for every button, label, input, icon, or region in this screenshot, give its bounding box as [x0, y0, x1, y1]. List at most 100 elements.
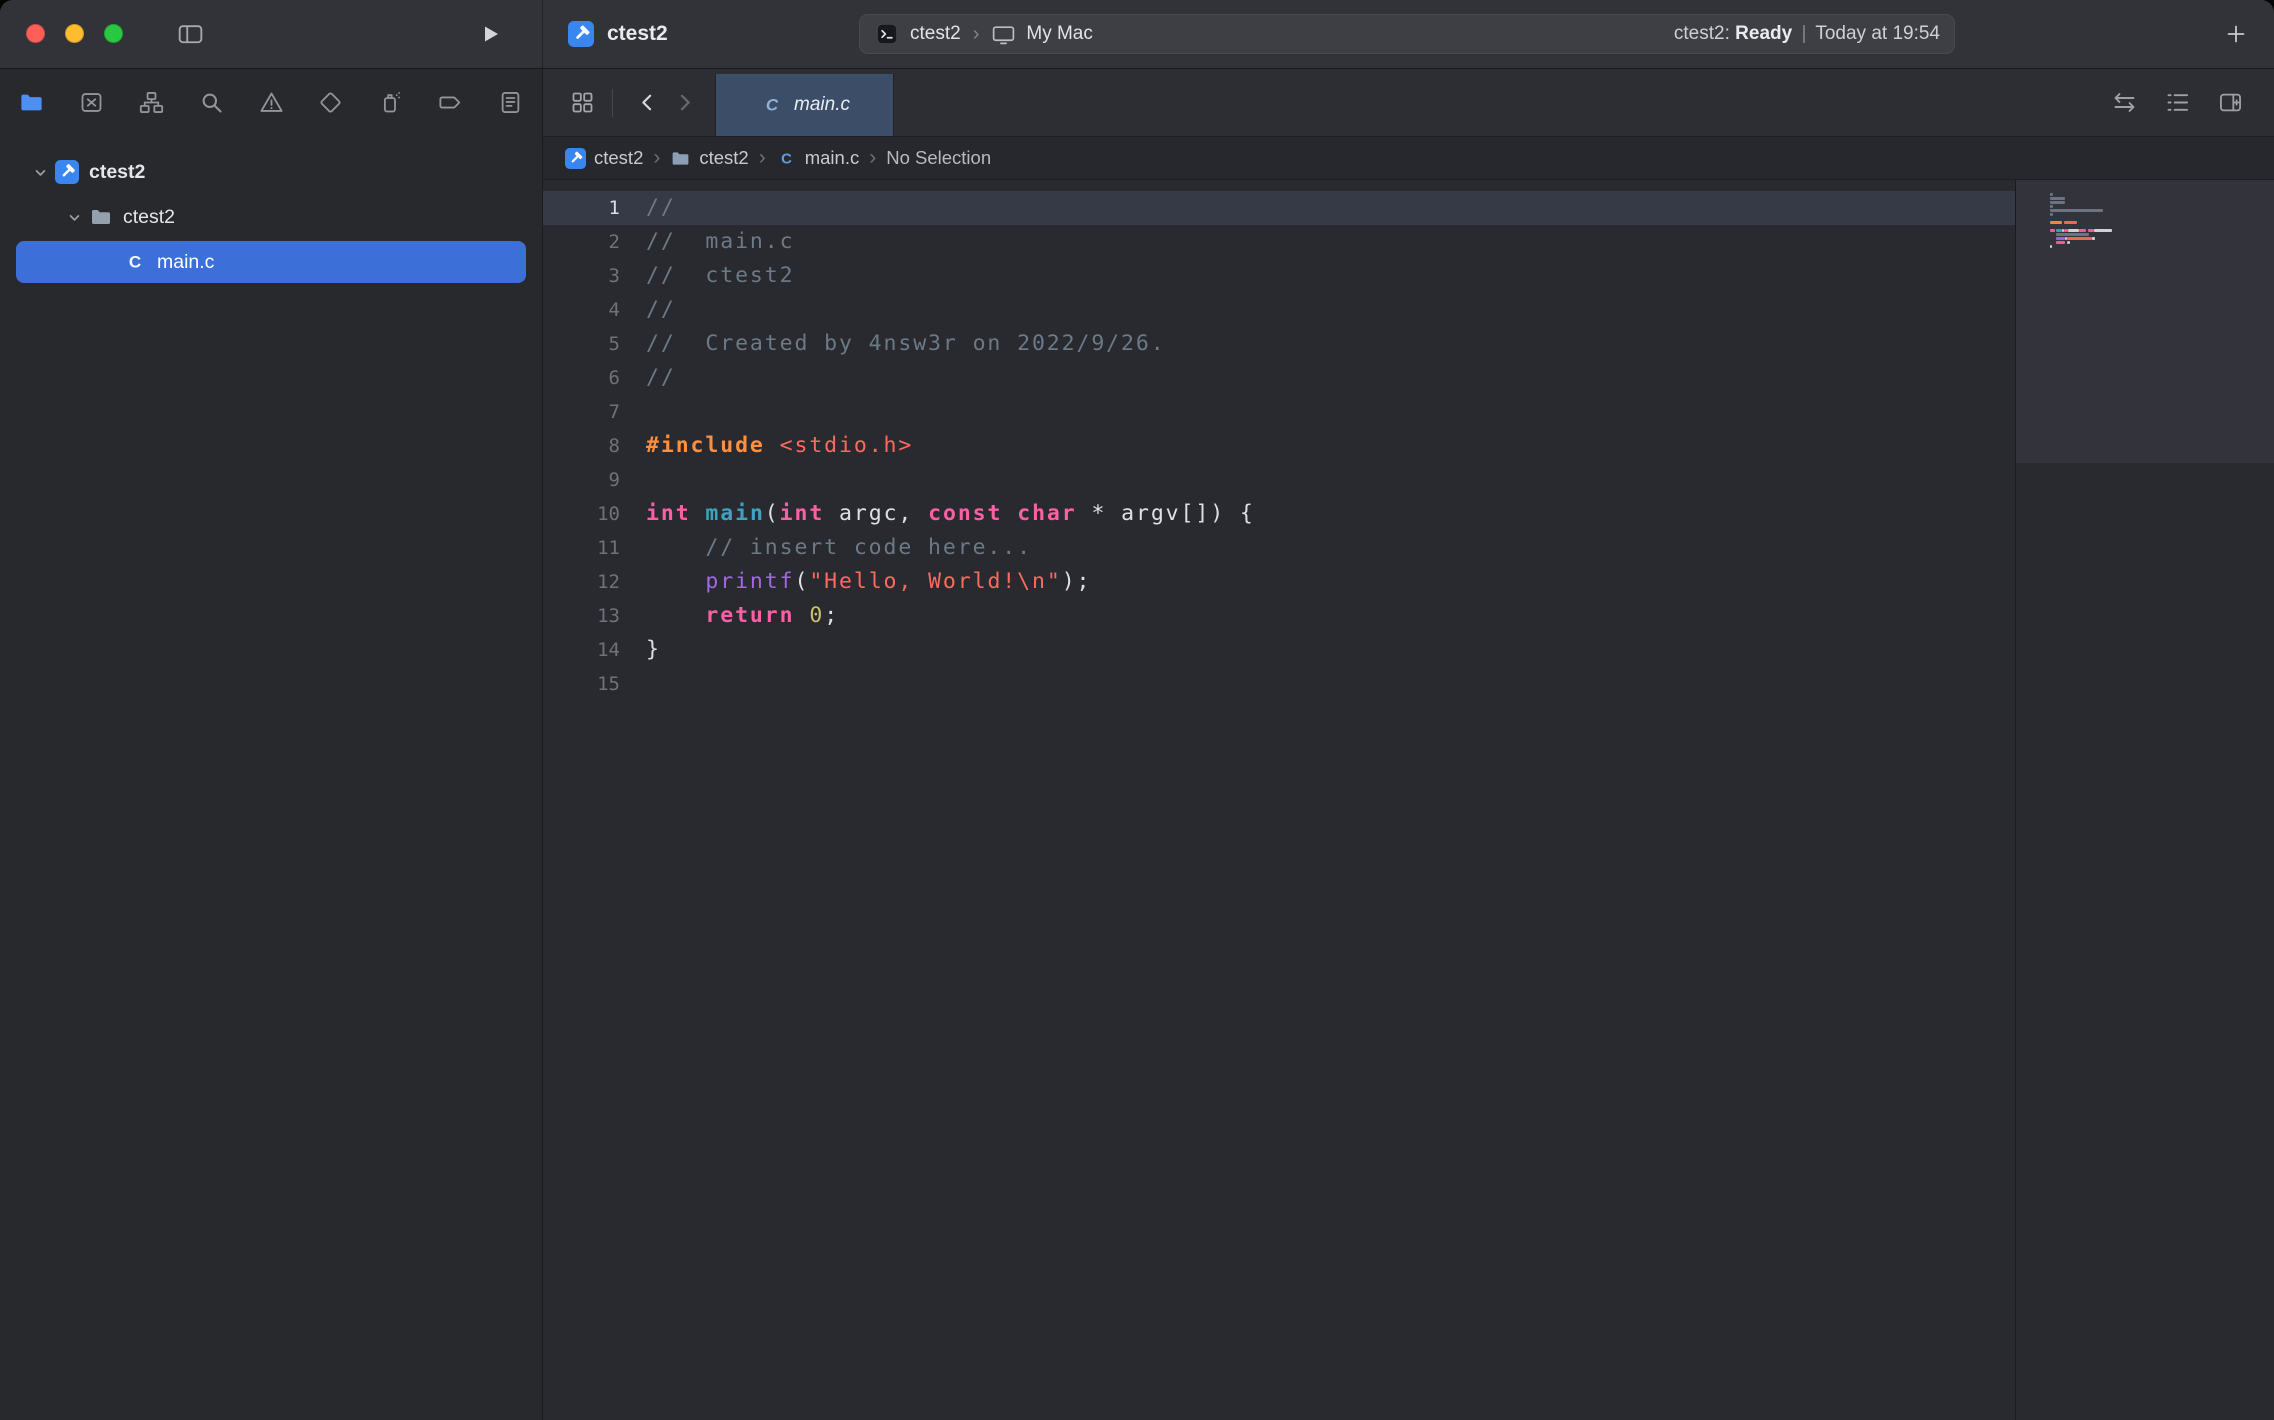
source-control-icon[interactable]: [78, 89, 105, 116]
code-text: //: [620, 191, 676, 225]
symbols-icon[interactable]: [138, 89, 165, 116]
scheme-selector[interactable]: ctest2 › My Mac: [874, 21, 1093, 47]
disclosure-icon: [94, 252, 122, 272]
code-text: printf("Hello, World!\n");: [620, 565, 1091, 599]
library-plus-button[interactable]: [2224, 22, 2248, 46]
c-file-icon: C: [776, 148, 797, 169]
code-text: [620, 463, 646, 497]
traffic-lights: [26, 24, 123, 43]
breadcrumb-no-selection[interactable]: No Selection: [886, 147, 991, 169]
line-number: 3: [543, 259, 620, 293]
source-editor[interactable]: 1//2// main.c3// ctest24//5// Created by…: [543, 180, 2015, 1420]
line-number: 14: [543, 633, 620, 667]
breakpoints-icon[interactable]: [437, 89, 464, 116]
sidebar-item-ctest2[interactable]: ctest2: [16, 196, 526, 238]
line-number: 4: [543, 293, 620, 327]
line-number: 5: [543, 327, 620, 361]
search-icon[interactable]: [198, 89, 225, 116]
run-destination[interactable]: My Mac: [1026, 23, 1093, 45]
window-project-title: ctest2: [607, 0, 668, 68]
status-state: Ready: [1735, 23, 1792, 44]
jump-bar: ctest2›ctest2›Cmain.c›No Selection: [543, 137, 2274, 180]
swap-arrows-icon[interactable]: [2111, 89, 2138, 116]
line-number: 2: [543, 225, 620, 259]
project-tree: ctest2 ctest2 Cmain.c: [0, 136, 542, 286]
code-line-4[interactable]: 4//: [543, 293, 2015, 327]
issues-icon[interactable]: [258, 89, 285, 116]
status-time: Today at 19:54: [1815, 23, 1940, 44]
minimap-line: [2050, 249, 2112, 253]
navigator-icon-bar: [0, 69, 542, 136]
window-close-button[interactable]: [26, 24, 45, 43]
code-line-14[interactable]: 14}: [543, 633, 2015, 667]
destination-monitor-icon: [991, 22, 1016, 47]
code-line-11[interactable]: 11 // insert code here...: [543, 531, 2015, 565]
code-line-3[interactable]: 3// ctest2: [543, 259, 2015, 293]
breadcrumb-label: No Selection: [886, 147, 991, 169]
code-line-8[interactable]: 8#include <stdio.h>: [543, 429, 2015, 463]
code-line-9[interactable]: 9: [543, 463, 2015, 497]
code-text: int main(int argc, const char * argv[]) …: [620, 497, 1255, 531]
code-line-10[interactable]: 10int main(int argc, const char * argv[]…: [543, 497, 2015, 531]
code-line-12[interactable]: 12 printf("Hello, World!\n");: [543, 565, 2015, 599]
line-number: 9: [543, 463, 620, 497]
code-line-15[interactable]: 15: [543, 667, 2015, 701]
breadcrumb-separator: ›: [869, 146, 876, 170]
breadcrumb-label: ctest2: [699, 147, 748, 169]
status-separator: |: [1797, 23, 1810, 44]
tests-icon[interactable]: [317, 89, 344, 116]
titlebar: ctest2 ctest2 › My Mac ctest2: Ready | T…: [0, 0, 2274, 69]
folder-icon: [88, 205, 114, 229]
scheme-name[interactable]: ctest2: [910, 23, 961, 45]
line-number: 13: [543, 599, 620, 633]
activity-toolbar-pill: ctest2 › My Mac ctest2: Ready | Today at…: [859, 14, 1955, 54]
go-back-icon[interactable]: [635, 90, 660, 115]
editor-options-icon[interactable]: [2164, 89, 2191, 116]
folder-icon: [670, 148, 691, 169]
project-navigator-icon[interactable]: [18, 89, 45, 116]
window-minimize-button[interactable]: [65, 24, 84, 43]
code-line-2[interactable]: 2// main.c: [543, 225, 2015, 259]
breadcrumb-main-c[interactable]: Cmain.c: [776, 147, 860, 169]
build-status: ctest2: Ready | Today at 19:54: [1674, 23, 1940, 45]
add-editor-icon[interactable]: [2217, 89, 2244, 116]
debug-icon[interactable]: [377, 89, 404, 116]
breadcrumb-label: ctest2: [594, 147, 643, 169]
tabbar-separator: [612, 89, 613, 117]
xcode-project-icon: [54, 160, 80, 184]
xcode-project-icon: [565, 148, 586, 169]
go-forward-icon[interactable]: [672, 90, 697, 115]
disclosure-icon[interactable]: [60, 207, 88, 227]
svg-text:C: C: [781, 151, 792, 167]
tab-bar: Cmain.c: [543, 69, 2274, 137]
tree-item-label: ctest2: [123, 206, 175, 229]
breadcrumb-ctest2[interactable]: ctest2: [565, 147, 643, 169]
code-line-6[interactable]: 6//: [543, 361, 2015, 395]
code-line-5[interactable]: 5// Created by 4nsw3r on 2022/9/26.: [543, 327, 2015, 361]
line-number: 7: [543, 395, 620, 429]
code-text: return 0;: [620, 599, 839, 633]
sidebar-item-ctest2[interactable]: ctest2: [16, 151, 526, 193]
code-text: }: [620, 633, 661, 667]
code-line-13[interactable]: 13 return 0;: [543, 599, 2015, 633]
titlebar-divider: [542, 0, 543, 68]
sidebar-toggle-icon[interactable]: [176, 21, 205, 47]
reports-icon[interactable]: [497, 89, 524, 116]
code-line-1[interactable]: 1//: [543, 191, 2015, 225]
run-button[interactable]: [478, 22, 502, 46]
code-text: // Created by 4nsw3r on 2022/9/26.: [620, 327, 1166, 361]
tab-main.c[interactable]: Cmain.c: [715, 74, 894, 136]
tree-item-label: main.c: [157, 251, 214, 274]
minimap[interactable]: [2015, 180, 2274, 1420]
tab-overview-icon[interactable]: [569, 89, 596, 116]
disclosure-icon[interactable]: [26, 162, 54, 182]
window-zoom-button[interactable]: [104, 24, 123, 43]
editor-area: Cmain.c ctest2›ctest2›Cmain.c›No Selecti…: [543, 69, 2274, 1420]
sidebar-item-main.c[interactable]: Cmain.c: [16, 241, 526, 283]
code-text: [620, 667, 646, 701]
code-line-7[interactable]: 7: [543, 395, 2015, 429]
xcode-window: ctest2 ctest2 › My Mac ctest2: Ready | T…: [0, 0, 2274, 1420]
line-number: 10: [543, 497, 620, 531]
breadcrumb-ctest2[interactable]: ctest2: [670, 147, 748, 169]
code-text: // main.c: [620, 225, 794, 259]
